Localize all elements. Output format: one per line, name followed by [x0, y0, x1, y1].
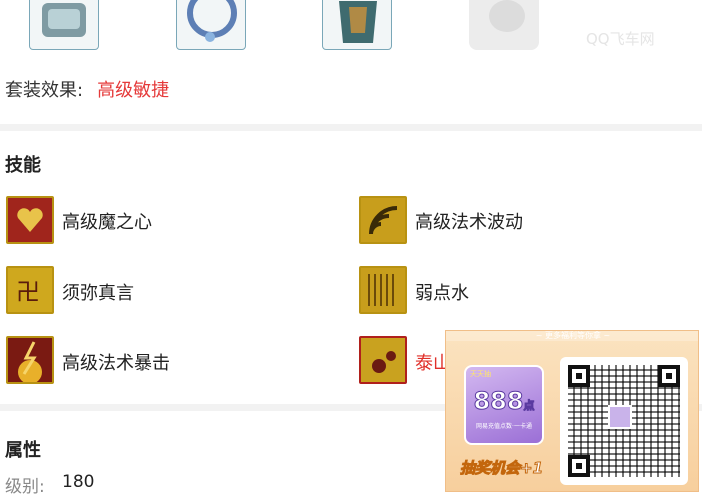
qr-finder-tr — [658, 365, 680, 387]
equipment-slot-4[interactable] — [469, 0, 539, 50]
skill-label-1[interactable]: 高级魔之心 — [62, 208, 152, 234]
promo-overlay[interactable]: ~ 更多福利等你拿 ~ 天天抽 888点 网易充值点数·一卡通 抽奖机会+1 — [445, 330, 699, 492]
card-amount: 888点 — [466, 387, 542, 416]
level-label: 级别: — [5, 477, 45, 497]
skill-label-4[interactable]: 弱点水 — [415, 279, 469, 305]
equipment-slot-1[interactable] — [29, 0, 99, 50]
lottery-chance-text: 抽奖机会+1 — [459, 459, 544, 478]
card-corner-text: 天天抽 — [470, 370, 491, 378]
set-effect-value[interactable]: 高级敏捷 — [97, 80, 169, 101]
svg-text:卍: 卍 — [16, 278, 40, 306]
qr-logo-icon — [608, 405, 632, 429]
mountain-skill-icon[interactable] — [359, 336, 407, 384]
mantra-skill-icon[interactable]: 卍 — [6, 266, 54, 314]
level-value: 180 — [62, 472, 95, 492]
card-amount-unit: 点 — [523, 399, 535, 413]
qr-finder-tl — [568, 365, 590, 387]
qr-finder-bl — [568, 455, 590, 477]
water-weakness-icon[interactable] — [359, 266, 407, 314]
skill-label-3[interactable]: 须弥真言 — [62, 279, 134, 305]
set-effect-label: 套装效果: — [5, 80, 84, 101]
point-card: 天天抽 888点 网易充值点数·一卡通 — [464, 365, 544, 445]
promo-top-text: ~ 更多福利等你拿 ~ — [446, 331, 698, 341]
ring-icon — [187, 0, 237, 42]
watermark-text: QQ飞车网 — [586, 30, 655, 48]
wave-skill-icon[interactable] — [359, 196, 407, 244]
set-effect-row: 套装效果: 高级敏捷 — [5, 76, 169, 102]
skill-label-2[interactable]: 高级法术波动 — [415, 208, 523, 234]
armguard-icon — [42, 3, 86, 37]
card-amount-number: 888 — [473, 387, 524, 416]
qr-code[interactable] — [560, 357, 688, 485]
attributes-section-title: 属性 — [5, 440, 41, 461]
armor-icon — [339, 1, 377, 43]
empty-slot-icon — [489, 0, 525, 32]
heart-skill-icon[interactable] — [6, 196, 54, 244]
crit-skill-icon[interactable] — [6, 336, 54, 384]
section-divider — [0, 124, 702, 131]
skill-label-5[interactable]: 高级法术暴击 — [62, 349, 170, 375]
equipment-slot-2[interactable] — [176, 0, 246, 50]
card-subtitle: 网易充值点数·一卡通 — [476, 423, 532, 430]
equipment-slot-3[interactable] — [322, 0, 392, 50]
skills-section-title: 技能 — [5, 155, 41, 176]
